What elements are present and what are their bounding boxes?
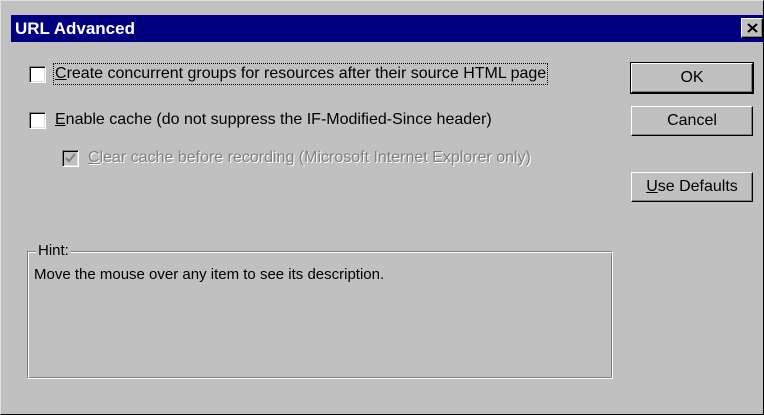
enable-cache-mnemonic: E xyxy=(55,111,66,128)
enable-cache-label[interactable]: Enable cache (do not suppress the IF-Mod… xyxy=(55,111,492,129)
concurrent-groups-option[interactable]: Create concurrent groups for resources a… xyxy=(29,63,549,85)
clear-cache-checkbox[interactable] xyxy=(62,149,79,167)
use-defaults-mnemonic: U xyxy=(646,178,658,195)
enable-cache-checkbox[interactable] xyxy=(29,111,46,129)
enable-cache-option[interactable]: Enable cache (do not suppress the IF-Mod… xyxy=(29,109,492,131)
hint-legend: Hint: xyxy=(36,242,71,260)
clear-cache-label-text: lear cache before recording (Microsoft I… xyxy=(99,149,531,166)
use-defaults-button[interactable]: Use Defaults xyxy=(631,172,753,202)
hint-groupbox: Hint: Move the mouse over any item to se… xyxy=(27,242,613,379)
hint-text: Move the mouse over any item to see its … xyxy=(34,266,385,283)
concurrent-groups-checkbox[interactable] xyxy=(29,65,46,83)
title-bar[interactable]: URL Advanced xyxy=(11,15,763,42)
concurrent-groups-label-text: reate concurrent groups for resources af… xyxy=(66,65,547,82)
concurrent-groups-label[interactable]: Create concurrent groups for resources a… xyxy=(52,63,549,85)
enable-cache-label-text: nable cache (do not suppress the IF-Modi… xyxy=(65,111,492,128)
close-button[interactable] xyxy=(741,18,763,38)
close-icon xyxy=(747,23,758,33)
clear-cache-label[interactable]: Clear cache before recording (Microsoft … xyxy=(88,149,531,167)
concurrent-groups-mnemonic: C xyxy=(55,65,67,82)
cancel-button[interactable]: Cancel xyxy=(631,106,753,136)
use-defaults-label: se Defaults xyxy=(657,178,738,195)
window-title: URL Advanced xyxy=(15,19,135,38)
ok-button[interactable]: OK xyxy=(630,62,754,94)
clear-cache-option[interactable]: Clear cache before recording (Microsoft … xyxy=(62,147,531,169)
checkmark-icon xyxy=(65,152,76,162)
clear-cache-mnemonic: C xyxy=(88,149,100,166)
url-advanced-dialog: URL Advanced Create concurrent groups fo… xyxy=(0,0,764,415)
